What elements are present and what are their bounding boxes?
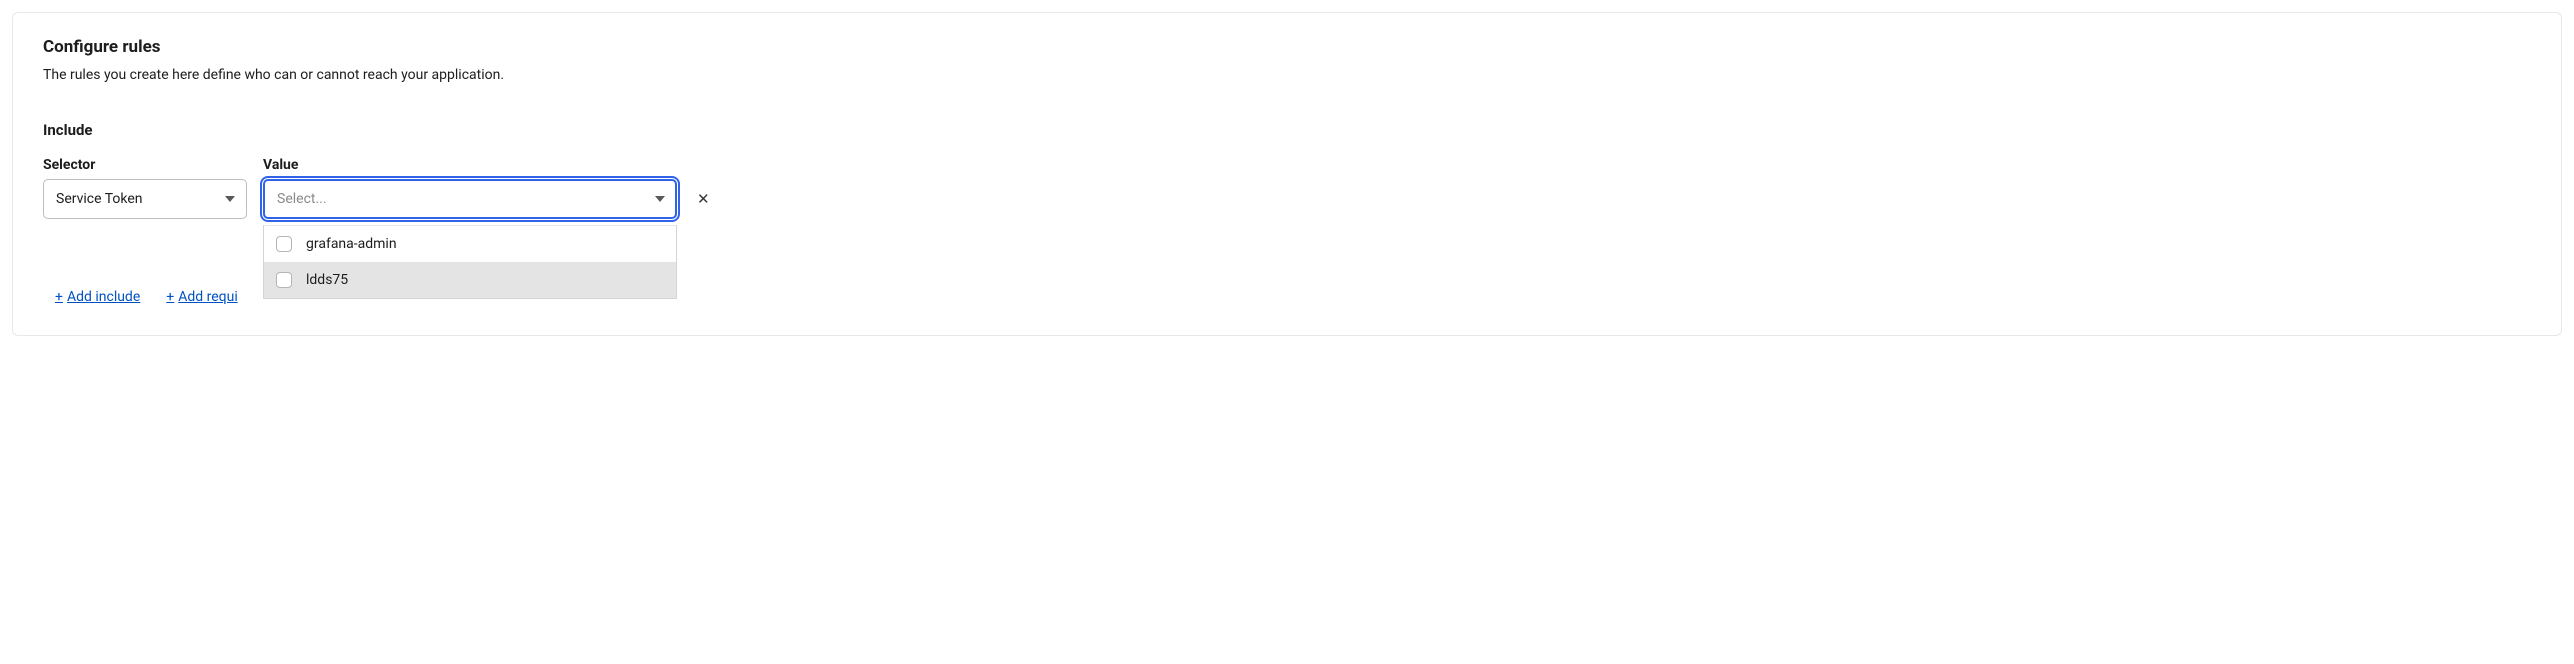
checkbox[interactable]: [276, 236, 292, 252]
include-heading: Include: [43, 121, 2531, 139]
option-label: grafana-admin: [306, 236, 397, 252]
value-placeholder: Select...: [277, 191, 327, 207]
value-select[interactable]: Select...: [263, 179, 677, 219]
value-label: Value: [263, 157, 677, 173]
plus-icon: +: [166, 289, 174, 305]
field-labels-row: Selector Value: [43, 157, 2531, 173]
section-title: Configure rules: [43, 37, 2531, 57]
dropdown-option-grafana-admin[interactable]: grafana-admin: [264, 226, 676, 262]
selector-select-wrap: Service Token: [43, 179, 247, 219]
add-require-label: Add requi: [178, 289, 238, 305]
dropdown-option-ldds75[interactable]: ldds75: [264, 262, 676, 298]
add-include-link[interactable]: + Add include: [55, 289, 140, 305]
remove-rule-button[interactable]: ✕: [693, 188, 714, 211]
rule-row: Service Token Select... grafana-admin ld…: [43, 179, 2531, 219]
selector-label: Selector: [43, 157, 247, 173]
selector-select[interactable]: Service Token: [43, 179, 247, 219]
configure-rules-panel: Configure rules The rules you create her…: [12, 12, 2562, 336]
option-label: ldds75: [306, 272, 348, 288]
add-include-label: Add include: [67, 289, 140, 305]
add-require-link[interactable]: + Add requi: [166, 289, 237, 305]
selector-selected-value: Service Token: [56, 191, 143, 207]
value-dropdown: grafana-admin ldds75: [263, 225, 677, 299]
section-description: The rules you create here define who can…: [43, 67, 2531, 83]
value-select-wrap: Select... grafana-admin ldds75: [263, 179, 677, 219]
checkbox[interactable]: [276, 272, 292, 288]
plus-icon: +: [55, 289, 63, 305]
